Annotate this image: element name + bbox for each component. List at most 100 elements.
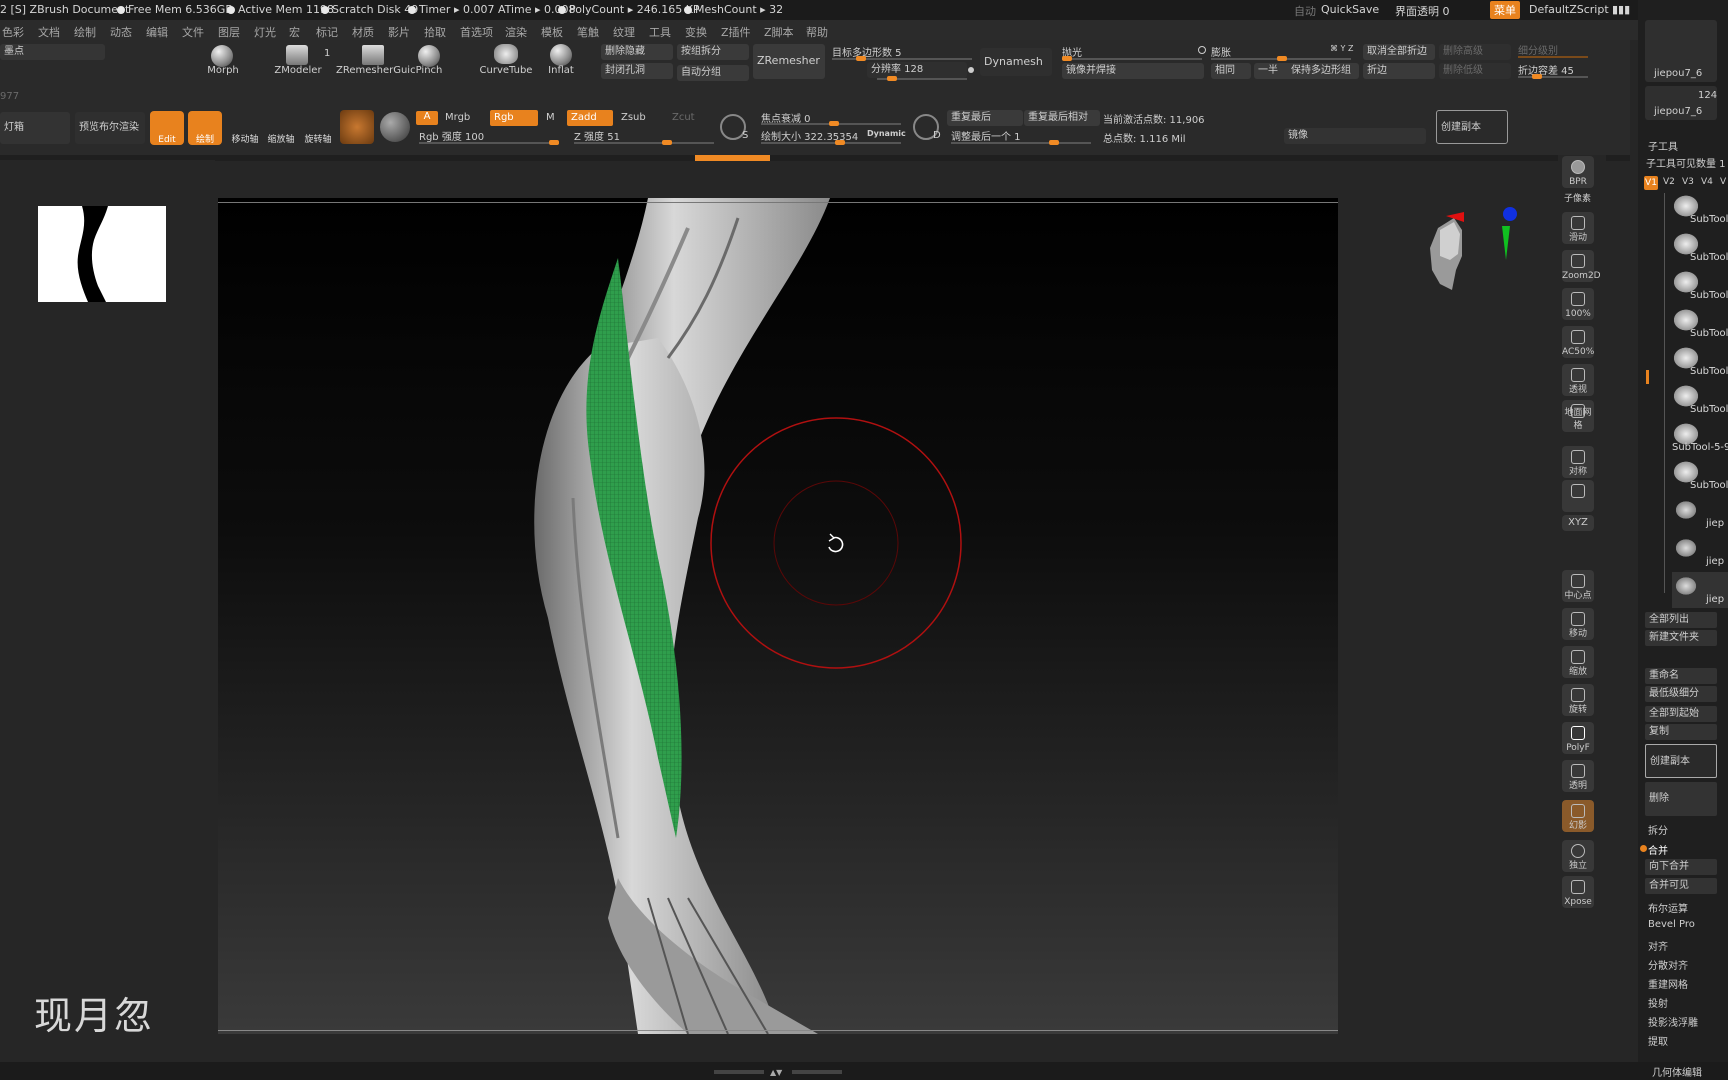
version-v1[interactable]: V1 <box>1644 176 1658 190</box>
new-folder-button[interactable]: 新建文件夹 <box>1645 630 1717 646</box>
adjust-last-track[interactable] <box>951 140 1091 145</box>
cancel-all-crease-button[interactable]: 取消全部折边 <box>1363 44 1435 60</box>
menu-item[interactable]: 工具 <box>649 24 671 40</box>
zoom2d-button[interactable]: Zoom2D <box>1562 250 1601 282</box>
texture-icon[interactable] <box>380 112 410 142</box>
alpha-preview-thumbnail[interactable] <box>38 206 166 302</box>
menu-item[interactable]: 色彩 <box>2 24 24 40</box>
resolution-track[interactable] <box>877 76 967 81</box>
menu-item[interactable]: 动态 <box>110 24 132 40</box>
target-poly-track[interactable] <box>832 56 972 61</box>
floor-grid-button[interactable]: 地面网格 <box>1562 400 1594 432</box>
crease-tolerance-track[interactable] <box>1518 74 1588 79</box>
menu-item[interactable]: 变换 <box>685 24 707 40</box>
remesh-section[interactable]: 重建网格 <box>1648 976 1688 991</box>
delete-lower-button[interactable]: 删除低级 <box>1439 63 1511 79</box>
geometry-edit-label[interactable]: 几何体编辑 <box>1652 1064 1702 1079</box>
subdiv-level-track[interactable] <box>1518 56 1588 58</box>
move-axis-button[interactable]: 移动轴 <box>228 111 262 145</box>
zadd-toggle[interactable]: Zadd <box>567 110 613 126</box>
menu-item[interactable]: 渲染 <box>505 24 527 40</box>
morph-brush-icon[interactable] <box>211 45 233 67</box>
split-section[interactable]: 拆分 <box>1648 822 1668 837</box>
lowest-subdiv-button[interactable]: 最低级细分 <box>1645 686 1717 702</box>
subtool-row[interactable]: SubTool <box>1672 458 1728 494</box>
extract-section[interactable]: 提取 <box>1648 1033 1668 1048</box>
auto-group-button[interactable]: 自动分组 <box>677 65 749 81</box>
edit-button[interactable]: Edit <box>150 111 184 145</box>
subtool-row-selected[interactable]: jiep <box>1672 572 1728 608</box>
arm-model[interactable] <box>218 198 1338 1034</box>
center-point-button[interactable]: 中心点 <box>1562 570 1594 602</box>
canvas-viewport[interactable] <box>218 198 1338 1034</box>
subtool-row[interactable]: SubTool <box>1672 382 1728 418</box>
project-bas-relief-section[interactable]: 投影浅浮雕 <box>1648 1014 1698 1029</box>
mrgb-toggle[interactable]: Mrgb <box>445 112 470 123</box>
menu-item[interactable]: 绘制 <box>74 24 96 40</box>
menu-item[interactable]: 首选项 <box>460 24 493 40</box>
mirror-button[interactable]: 镜像 <box>1284 128 1426 144</box>
half-size-button[interactable]: AC50% <box>1562 326 1594 358</box>
polish-track[interactable] <box>1062 56 1202 61</box>
subtool-title[interactable]: 子工具 <box>1648 138 1678 153</box>
subtool-row[interactable]: SubTool <box>1672 230 1728 266</box>
z-intensity-track[interactable] <box>574 140 714 145</box>
version-v3[interactable]: V3 <box>1682 177 1694 187</box>
xpose-button[interactable]: Xpose <box>1562 876 1594 908</box>
version-v5[interactable]: V <box>1720 177 1726 187</box>
rotate-axis-button[interactable]: 旋转轴 <box>301 111 335 145</box>
transparency-button[interactable]: 透明 <box>1562 760 1594 792</box>
actual-size-button[interactable]: 100% <box>1562 288 1594 320</box>
subtool-row[interactable]: SubTool <box>1672 306 1728 342</box>
polyframe-button[interactable]: PolyF <box>1562 722 1594 754</box>
delete-button[interactable]: 删除 <box>1645 782 1717 816</box>
lightbox-button[interactable]: 灯箱 <box>0 112 70 144</box>
subtool-row[interactable]: jiep <box>1672 496 1728 532</box>
crease-tolerance-slider[interactable]: 折边容差 45 <box>1518 62 1574 77</box>
menu-button[interactable]: 菜单 <box>1490 1 1520 19</box>
align-section[interactable]: 对齐 <box>1648 938 1668 953</box>
version-v2[interactable]: V2 <box>1663 177 1675 187</box>
subtool-visible-count[interactable]: 子工具可见数量 1 <box>1646 155 1726 170</box>
project-section[interactable]: 投射 <box>1648 995 1668 1010</box>
menu-item[interactable]: 文件 <box>182 24 204 40</box>
zcut-toggle[interactable]: Zcut <box>672 112 695 123</box>
menu-item[interactable]: 影片 <box>388 24 410 40</box>
dot-field[interactable]: 墨点 <box>0 44 105 60</box>
scroll-button[interactable]: 滑动 <box>1562 212 1594 244</box>
navigation-gizmo[interactable] <box>1410 200 1530 340</box>
bottom-handle-left[interactable] <box>714 1070 764 1074</box>
menu-item[interactable]: 拾取 <box>424 24 446 40</box>
same-button[interactable]: 相同 <box>1211 63 1251 79</box>
subtool-row[interactable]: SubTool-5-9 <box>1672 420 1728 456</box>
perspective-button[interactable]: 透视 <box>1562 364 1594 396</box>
ghost-button[interactable]: 幻影 <box>1562 800 1594 832</box>
draw-button[interactable]: 绘制 <box>188 111 222 145</box>
merge-section[interactable]: 合并 <box>1648 842 1668 857</box>
ui-opacity-slider[interactable]: 界面透明 0 <box>1395 3 1450 19</box>
menu-item[interactable]: 笔触 <box>577 24 599 40</box>
a-toggle[interactable]: A <box>416 111 438 125</box>
rotate-view-button[interactable]: 旋转 <box>1562 684 1594 716</box>
resolution-slider[interactable]: 分辨率 128 <box>867 62 967 78</box>
boolean-section[interactable]: 布尔运算 <box>1648 900 1688 915</box>
menu-item[interactable]: 图层 <box>218 24 240 40</box>
subtool-row[interactable]: SubTool <box>1672 268 1728 304</box>
distribute-section[interactable]: 分散对齐 <box>1648 957 1688 972</box>
menu-item[interactable]: 宏 <box>289 24 300 40</box>
xyz-toggle[interactable]: XYZ <box>1562 515 1594 531</box>
xyz-axis-label[interactable]: ⌘ Y Z <box>1330 44 1353 53</box>
redo-last-relative-button[interactable]: 重复最后相对 <box>1024 110 1100 126</box>
subdiv-level-slider[interactable]: 细分级别 <box>1518 42 1558 57</box>
inflate-track[interactable] <box>1211 56 1351 61</box>
subtool-row[interactable]: SubTool <box>1672 344 1728 380</box>
symmetry-button[interactable]: 对称 <box>1562 446 1594 478</box>
preview-bool-render-button[interactable]: 预览布尔渲染 <box>75 112 145 144</box>
list-all-button[interactable]: 全部列出 <box>1645 612 1717 628</box>
delete-hidden-button[interactable]: 删除隐藏 <box>601 44 673 60</box>
resolution-toggle-icon[interactable] <box>968 67 974 73</box>
zremesher-button[interactable]: ZRemesher <box>753 44 825 79</box>
z-intensity-slider[interactable]: Z 强度 51 <box>574 128 620 143</box>
rgb-intensity-track[interactable] <box>419 140 559 145</box>
inflat-brush-icon[interactable] <box>550 44 572 66</box>
